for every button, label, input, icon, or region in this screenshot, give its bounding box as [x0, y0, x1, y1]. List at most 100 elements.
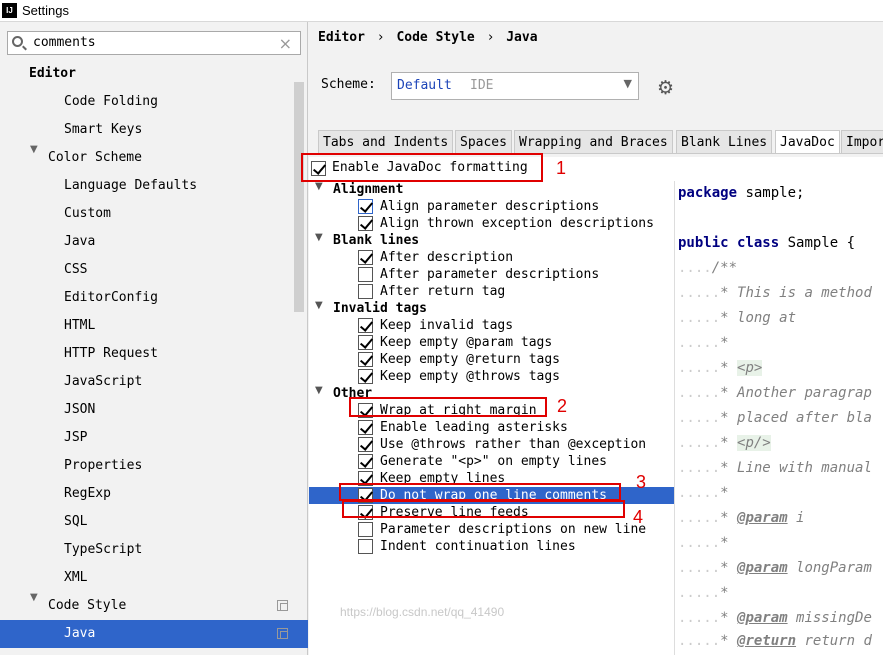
tree-item-label: HTTP Request: [64, 346, 158, 361]
option-align-thrown-exception-descriptions[interactable]: Align thrown exception descriptions: [309, 215, 674, 232]
tree-item-label: Java: [64, 234, 96, 249]
option-label: Keep empty @throws tags: [380, 369, 561, 384]
option-checkbox[interactable]: [358, 437, 373, 452]
collapse-arrow-icon[interactable]: ▼: [315, 232, 323, 243]
clear-search-icon[interactable]: ×: [279, 34, 292, 53]
option-checkbox[interactable]: [358, 318, 373, 333]
gear-icon[interactable]: ⚙: [657, 77, 674, 99]
code-tag: @param: [737, 510, 788, 526]
group-title: Blank lines: [333, 233, 420, 248]
option-checkbox[interactable]: [358, 199, 373, 214]
tree-item-code-style[interactable]: ▼ Code Style: [0, 592, 308, 620]
code-tag: @param: [737, 560, 788, 576]
tab-javadoc[interactable]: JavaDoc: [775, 130, 840, 153]
tree-item-typescript[interactable]: TypeScript: [0, 536, 308, 564]
breadcrumb-separator: ›: [376, 30, 385, 45]
option-checkbox[interactable]: [358, 267, 373, 282]
tree-item-http-request[interactable]: HTTP Request: [0, 340, 308, 368]
tab-tabs-and-indents[interactable]: Tabs and Indents: [318, 130, 454, 153]
option-keep-empty-param-tags[interactable]: Keep empty @param tags: [309, 334, 674, 351]
watermark: https://blog.csdn.net/qq_41490: [340, 605, 505, 619]
tree-item-label: Code Style: [48, 598, 127, 613]
code-comment: *: [720, 610, 738, 626]
code-comment: * long at: [720, 310, 797, 326]
tree-item-smart-keys[interactable]: Smart Keys: [0, 116, 308, 144]
option-checkbox[interactable]: [358, 250, 373, 265]
code-comment: i: [787, 510, 805, 526]
tree-item-code-folding[interactable]: Code Folding: [0, 88, 308, 116]
option-indent-continuation-lines[interactable]: Indent continuation lines: [309, 538, 674, 555]
collapse-arrow-icon[interactable]: ▼: [315, 300, 323, 311]
window-title: Settings: [22, 3, 69, 18]
option-checkbox[interactable]: [358, 522, 373, 537]
option-checkbox[interactable]: [358, 420, 373, 435]
tree-item-label: XML: [64, 570, 88, 585]
option-after-description[interactable]: After description: [309, 249, 674, 266]
copy-settings-icon: [277, 600, 288, 611]
group-header[interactable]: ▼ Alignment: [309, 181, 674, 198]
tree-item-java[interactable]: Java: [0, 228, 308, 256]
tree-item-java[interactable]: Java: [0, 620, 308, 648]
tree-item-xml[interactable]: XML: [0, 564, 308, 592]
tree-item-label: JavaScript: [64, 374, 143, 389]
code-text: Sample {: [779, 235, 856, 251]
expand-arrow-icon[interactable]: ▼: [30, 144, 38, 155]
code-comment: *: [720, 560, 738, 576]
tab-imports[interactable]: Impor: [841, 130, 883, 153]
collapse-arrow-icon[interactable]: ▼: [315, 181, 323, 192]
option-label: Align thrown exception descriptions: [380, 216, 654, 231]
highlight-box-1: [301, 153, 543, 182]
tree-item-javascript[interactable]: JavaScript: [0, 368, 308, 396]
tree-item-label: JSP: [64, 430, 88, 445]
tree-item-editor[interactable]: Editor: [0, 60, 308, 88]
option-checkbox[interactable]: [358, 284, 373, 299]
breadcrumb-java: Java: [506, 30, 538, 45]
tree-item-sql[interactable]: SQL: [0, 508, 308, 536]
tree-item-editorconfig[interactable]: EditorConfig: [0, 284, 308, 312]
tree-item-regexp[interactable]: RegExp: [0, 480, 308, 508]
option-checkbox[interactable]: [358, 352, 373, 367]
annotation-4: 4: [633, 507, 644, 527]
code-keyword: public class: [678, 235, 780, 251]
collapse-arrow-icon[interactable]: ▼: [315, 385, 323, 396]
option-keep-invalid-tags[interactable]: Keep invalid tags: [309, 317, 674, 334]
scheme-dropdown[interactable]: Default IDE ▼: [391, 72, 639, 100]
option-after-parameter-descriptions[interactable]: After parameter descriptions: [309, 266, 674, 283]
tree-item-custom[interactable]: Custom: [0, 200, 308, 228]
option-generate-p-on-empty-lines[interactable]: Generate "<p>" on empty lines: [309, 453, 674, 470]
tab-wrapping-and-braces[interactable]: Wrapping and Braces: [514, 130, 673, 153]
tree-item-properties[interactable]: Properties: [0, 452, 308, 480]
group-header[interactable]: ▼ Invalid tags: [309, 300, 674, 317]
group-header[interactable]: ▼ Blank lines: [309, 232, 674, 249]
tree-item-color-scheme[interactable]: ▼ Color Scheme: [0, 144, 308, 172]
tree-item-css[interactable]: CSS: [0, 256, 308, 284]
code-preview: package sample; public class Sample { ..…: [674, 181, 883, 655]
option-label: Keep invalid tags: [380, 318, 514, 333]
option-checkbox[interactable]: [358, 454, 373, 469]
tab-spaces[interactable]: Spaces: [455, 130, 512, 153]
expand-arrow-icon[interactable]: ▼: [30, 592, 38, 603]
option-after-return-tag[interactable]: After return tag: [309, 283, 674, 300]
tree-item-label: CSS: [64, 262, 88, 277]
code-text: sample;: [737, 185, 805, 201]
option-label: Parameter descriptions on new line: [380, 522, 647, 537]
option-checkbox[interactable]: [358, 539, 373, 554]
tree-item-json[interactable]: JSON: [0, 396, 308, 424]
tree-item-language-defaults[interactable]: Language Defaults: [0, 172, 308, 200]
option-keep-empty-throws-tags[interactable]: Keep empty @throws tags: [309, 368, 674, 385]
annotation-1: 1: [556, 158, 567, 178]
tree-item-html[interactable]: HTML: [0, 312, 308, 340]
option-parameter-descriptions-on-new-line[interactable]: Parameter descriptions on new line: [309, 521, 674, 538]
tree-item-jsp[interactable]: JSP: [0, 424, 308, 452]
option-checkbox[interactable]: [358, 216, 373, 231]
option-keep-empty-return-tags[interactable]: Keep empty @return tags: [309, 351, 674, 368]
option-checkbox[interactable]: [358, 369, 373, 384]
option-checkbox[interactable]: [358, 335, 373, 350]
option-align-parameter-descriptions[interactable]: Align parameter descriptions: [309, 198, 674, 215]
option-use-throws-rather-than-exception[interactable]: Use @throws rather than @exception: [309, 436, 674, 453]
option-label: Generate "<p>" on empty lines: [380, 454, 607, 469]
settings-search-input[interactable]: comments ×: [7, 31, 301, 55]
tree-item-label: Properties: [64, 458, 143, 473]
option-enable-leading-asterisks[interactable]: Enable leading asterisks: [309, 419, 674, 436]
tab-blank-lines[interactable]: Blank Lines: [676, 130, 773, 153]
